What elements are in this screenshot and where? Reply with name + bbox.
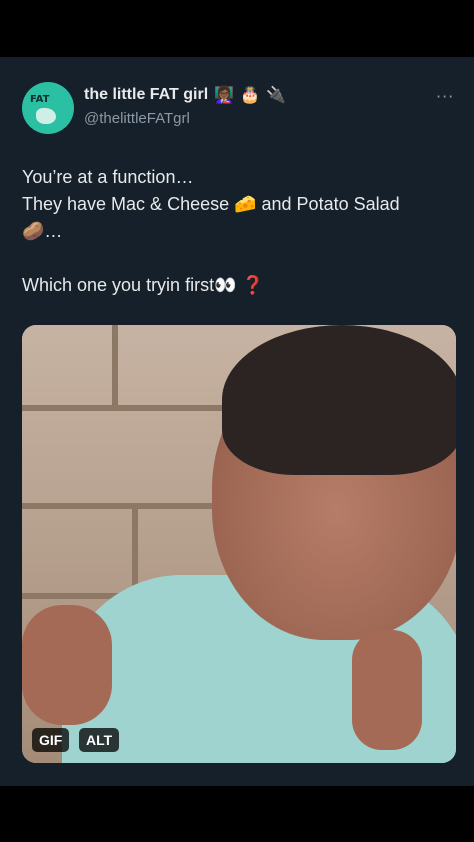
author-display-name[interactable]: the little FAT girl <box>84 86 208 104</box>
tweet-line-break <box>22 245 456 272</box>
tweet-line: Which one you tryin first👀 ❓ <box>22 275 264 295</box>
plug-emoji-icon: 🔌 <box>266 85 286 104</box>
avatar-logo-text: FAT <box>30 94 50 105</box>
alt-text-button[interactable]: ALT <box>79 728 120 752</box>
author-name-row: the little FAT girl 👩🏾‍🏫 🎂 🔌 <box>84 86 286 104</box>
author-handle[interactable]: @thelittleFATgrl <box>84 110 190 127</box>
tweet-line: You’re at a function… <box>22 167 194 187</box>
gif-media[interactable]: GIF ALT <box>22 325 456 763</box>
child-hair <box>222 325 456 475</box>
child-left-hand <box>22 605 112 725</box>
teacher-emoji-icon: 👩🏾‍🏫 <box>214 85 235 104</box>
child-right-hand <box>352 630 422 750</box>
tweet-line: They have Mac & Cheese 🧀 and Potato Sala… <box>22 194 400 214</box>
more-options-icon[interactable]: ··· <box>436 87 454 106</box>
cake-emoji-icon: 🎂 <box>240 85 260 104</box>
avatar[interactable]: FAT <box>22 82 74 134</box>
tweet-text: You’re at a function… They have Mac & Ch… <box>22 164 456 299</box>
tweet-line: 🥔… <box>22 221 63 241</box>
avatar-graphic <box>36 108 56 124</box>
gif-badge: GIF <box>32 728 70 752</box>
